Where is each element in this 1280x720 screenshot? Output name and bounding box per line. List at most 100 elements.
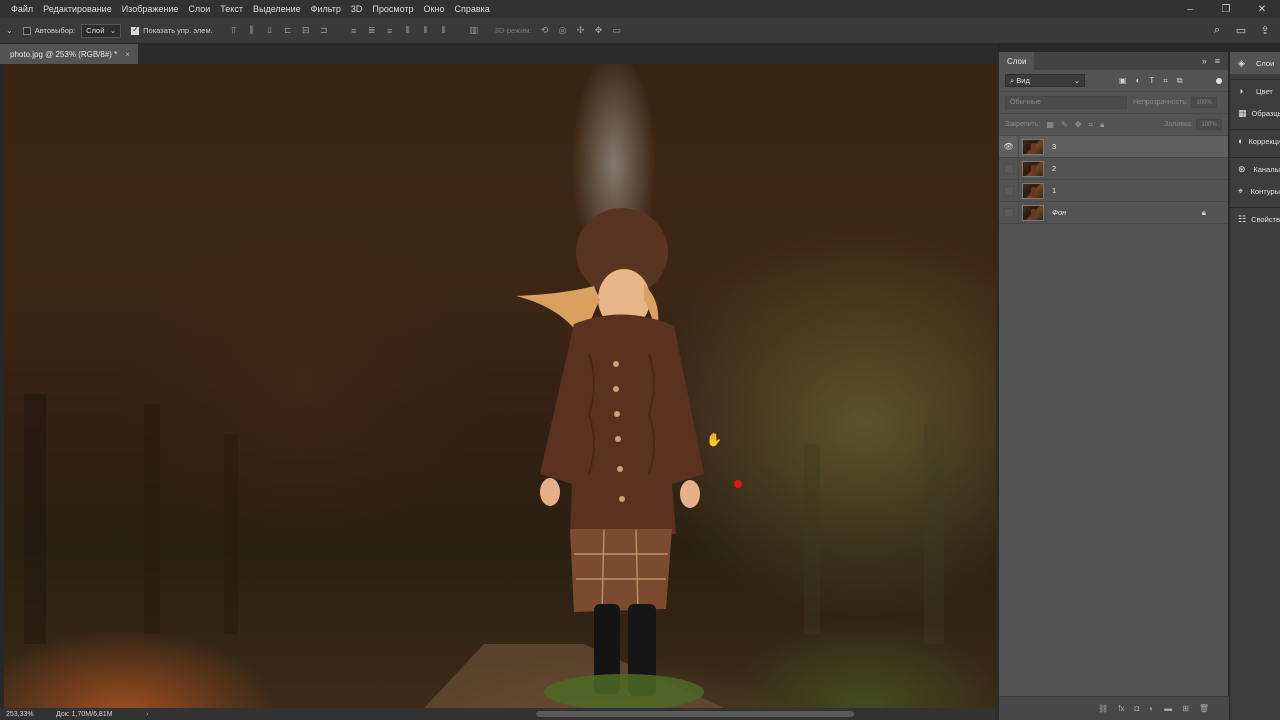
chevron-down-icon: ⌄ (1073, 76, 1080, 85)
visibility-eye-icon[interactable]: 👁︎ (999, 135, 1019, 158)
lock-all-icon[interactable]: 🔒︎ (1100, 120, 1104, 130)
close-tab-icon[interactable]: × (125, 50, 130, 59)
auto-align-icon[interactable]: ▥ (468, 25, 480, 37)
align-top-icon[interactable]: ⫪ (228, 25, 240, 37)
dock-channels[interactable]: ⊛ Каналы (1230, 158, 1280, 180)
menu-bar: Файл Редактирование Изображение Слои Тек… (0, 0, 1280, 18)
distribute-bottom-icon[interactable]: ≡ (384, 25, 396, 37)
filter-pixel-icon[interactable]: ▣ (1119, 76, 1127, 86)
document-tab[interactable]: photo.jpg @ 253% (RGB/8#) * × (0, 44, 138, 64)
distribute-hcenter-icon[interactable]: ⦀ (420, 25, 432, 37)
dock-layers[interactable]: ◈ Слои (1230, 52, 1280, 74)
menu-layers[interactable]: Слои (183, 0, 215, 18)
blend-mode-select[interactable]: Обычные (1005, 96, 1127, 109)
layer-row-2[interactable]: 2 (999, 157, 1228, 180)
layer-row-1[interactable]: 1 (999, 179, 1228, 202)
show-transform-label: Показать упр. элем. (143, 26, 213, 35)
fill-input[interactable]: 100% (1196, 119, 1222, 130)
distribute-vcenter-icon[interactable]: ≣ (366, 25, 378, 37)
menu-window[interactable]: Окно (419, 0, 450, 18)
zoom-readout[interactable]: 253,33% (0, 711, 56, 718)
menu-file[interactable]: Файл (6, 0, 38, 18)
fill-label: Заливка: (1164, 121, 1193, 128)
color-icon: ◑ (1238, 86, 1244, 96)
menu-select[interactable]: Выделение (248, 0, 306, 18)
status-menu-arrow[interactable]: › (146, 711, 166, 718)
visibility-toggle[interactable] (999, 201, 1019, 224)
add-mask-icon[interactable]: ◘ (1134, 704, 1139, 713)
dock-adjustments[interactable]: ◐Коррекция (1230, 130, 1280, 152)
filter-toggle[interactable] (1216, 77, 1222, 84)
menu-edit[interactable]: Редактирование (38, 0, 117, 18)
layer-name[interactable]: 3 (1052, 142, 1056, 151)
filter-smart-icon[interactable]: ⧉ (1177, 76, 1183, 86)
distribute-right-icon[interactable]: ⦀ (438, 25, 450, 37)
opacity-input[interactable]: 100% (1191, 97, 1217, 108)
new-adjustment-icon[interactable]: ◐ (1149, 704, 1154, 713)
menu-3d[interactable]: 3D (346, 0, 368, 18)
autoselect-checkbox[interactable] (22, 26, 31, 35)
horizontal-scrollbar[interactable] (536, 711, 854, 717)
photo-illustration (24, 208, 944, 708)
layer-thumbnail (1022, 204, 1044, 221)
camera-3d-icon[interactable]: ▭ (611, 25, 623, 37)
close-icon[interactable]: ✕ (1244, 0, 1280, 18)
layer-name[interactable]: 1 (1052, 186, 1056, 195)
layer-name[interactable]: Фон (1052, 208, 1066, 217)
lock-position-icon[interactable]: ✥ (1075, 120, 1082, 130)
filter-adjustment-icon[interactable]: ◐ (1136, 76, 1141, 86)
layer-filter-select[interactable]: ⌕ Вид ⌄ (1005, 74, 1085, 87)
workspace-icon[interactable]: ▭ (1234, 23, 1248, 37)
layers-panel-header: Слои » ≡ (999, 52, 1228, 70)
channels-icon: ⊛ (1238, 163, 1246, 174)
image-canvas[interactable]: ✋ (4, 64, 996, 708)
menu-filter[interactable]: Фильтр (306, 0, 346, 18)
roll-3d-icon[interactable]: ◎ (557, 25, 569, 37)
menu-view[interactable]: Просмотр (367, 0, 418, 18)
search-icon[interactable]: ⌕ (1210, 23, 1224, 37)
visibility-toggle[interactable] (999, 157, 1019, 180)
menu-type[interactable]: Текст (215, 0, 248, 18)
lock-transparency-icon[interactable]: ▦ (1046, 120, 1054, 130)
dock-swatches[interactable]: ▦ Образцы (1230, 102, 1280, 124)
link-layers-icon[interactable]: ⛓ (1098, 704, 1108, 713)
distribute-left-icon[interactable]: ⦀ (402, 25, 414, 37)
align-hcenter-icon[interactable]: ⊟ (300, 25, 312, 37)
menu-help[interactable]: Справка (449, 0, 494, 18)
delete-layer-icon[interactable]: 🗑︎ (1199, 704, 1209, 713)
tool-preset-dropdown[interactable]: ⌄ (6, 26, 13, 35)
slide-3d-icon[interactable]: ✥ (593, 25, 605, 37)
align-left-icon[interactable]: ⊏ (282, 25, 294, 37)
distribute-top-icon[interactable]: ≡ (348, 25, 360, 37)
align-bottom-icon[interactable]: ⫫ (264, 25, 276, 37)
visibility-toggle[interactable] (999, 179, 1019, 202)
new-layer-icon[interactable]: ⊞ (1182, 704, 1189, 713)
lock-pixels-icon[interactable]: ✎ (1061, 120, 1068, 130)
new-group-icon[interactable]: ▬ (1164, 704, 1172, 713)
orbit-3d-icon[interactable]: ⟲ (539, 25, 551, 37)
minimize-icon[interactable]: – (1172, 0, 1208, 18)
align-vcenter-icon[interactable]: ⫼ (246, 25, 258, 37)
autoselect-select[interactable]: Слой ⌄ (81, 23, 122, 38)
layer-row-background[interactable]: Фон 🔒︎ (999, 201, 1228, 224)
align-right-icon[interactable]: ⊐ (318, 25, 330, 37)
layers-panel-title[interactable]: Слои (999, 52, 1035, 70)
dock-color[interactable]: ◑ Цвет (1230, 80, 1280, 102)
collapse-panel-icon[interactable]: » (1202, 56, 1207, 66)
lock-artboard-icon[interactable]: ⌗ (1088, 120, 1093, 130)
lock-icon: 🔒︎ (1201, 208, 1206, 217)
filter-type-icon[interactable]: T (1149, 76, 1154, 86)
drag-3d-icon[interactable]: ✣ (575, 25, 587, 37)
dock-paths[interactable]: ⌖ Контуры (1230, 180, 1280, 202)
panel-menu-icon[interactable]: ≡ (1215, 56, 1220, 66)
layer-name[interactable]: 2 (1052, 164, 1056, 173)
restore-icon[interactable]: ❐ (1208, 0, 1244, 18)
filter-shape-icon[interactable]: ⌗ (1163, 76, 1168, 86)
dock-properties[interactable]: ☷Свойства (1230, 208, 1280, 230)
share-icon[interactable]: ⇪ (1258, 23, 1272, 37)
show-transform-checkbox[interactable] (131, 25, 140, 35)
layer-row-3[interactable]: 👁︎ 3 (999, 135, 1228, 158)
menu-image[interactable]: Изображение (117, 0, 184, 18)
layer-style-icon[interactable]: fx (1118, 704, 1124, 713)
panel-dock: ◈Слои ◑Цвет ▦Образцы ◐Коррекция ⊛Каналы … (1229, 52, 1280, 720)
